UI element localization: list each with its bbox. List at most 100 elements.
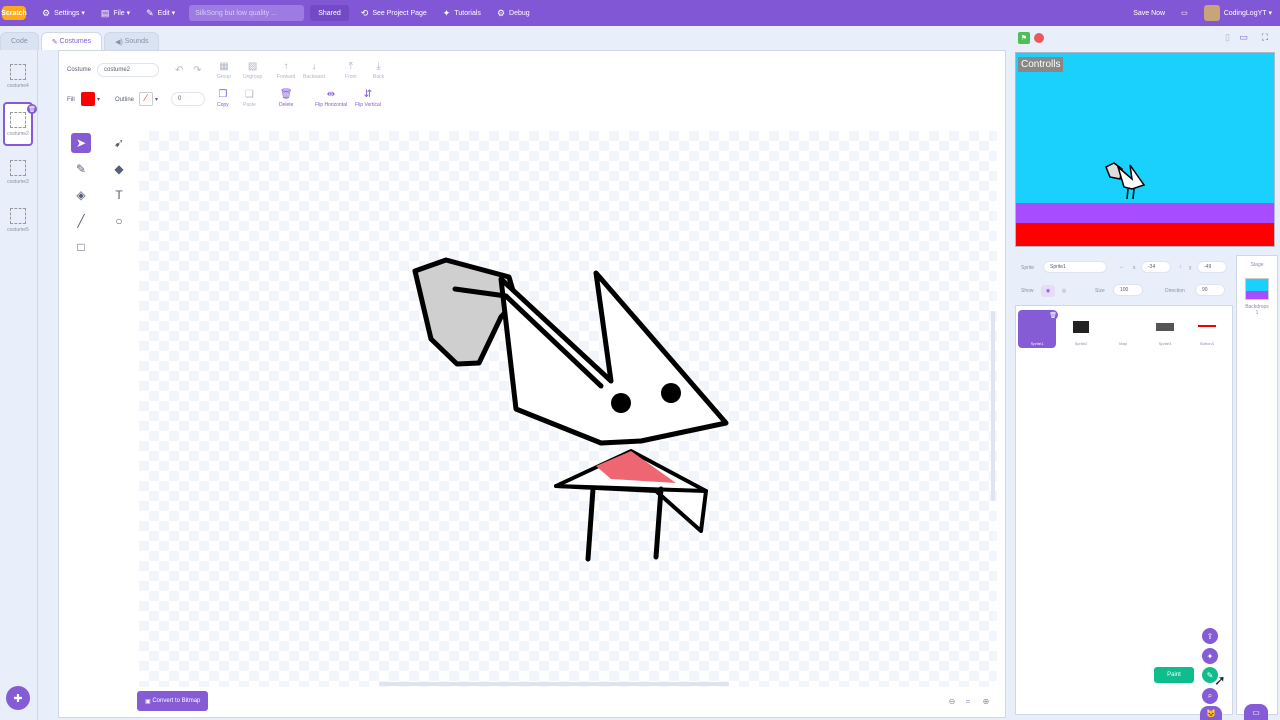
controls-label: Controlls: [1018, 57, 1064, 72]
edit-menu[interactable]: ✎ Edit ▾: [138, 0, 183, 26]
tab-sounds[interactable]: ◀) Sounds: [104, 32, 160, 50]
upload-sprite-icon[interactable]: ⇪: [1202, 628, 1218, 644]
stage-canvas[interactable]: Controlls: [1015, 52, 1275, 247]
outline-size-input[interactable]: 0: [171, 92, 205, 106]
delete-button[interactable]: 🗑 Delete: [279, 89, 293, 108]
green-flag-icon[interactable]: ⚑: [1018, 32, 1030, 44]
costume-item[interactable]: costume3: [3, 150, 33, 194]
arrow-down-icon: ↓: [311, 61, 317, 72]
arrows-icon: ⟲: [360, 7, 369, 18]
tab-code[interactable]: Code: [0, 32, 39, 50]
sprite-item[interactable]: Button3: [1188, 310, 1226, 348]
back-icon: ⤓: [376, 61, 381, 72]
redo-button[interactable]: ↷: [193, 65, 201, 78]
size-label: Size: [1095, 288, 1105, 294]
square-icon: □: [77, 240, 85, 254]
stage-selector[interactable]: Stage Backdrops 1: [1236, 255, 1278, 715]
file-menu[interactable]: ▤ File ▾: [93, 0, 138, 26]
x-arrows-icon: ↔: [1119, 264, 1124, 270]
surprise-icon[interactable]: ✦: [1202, 648, 1218, 664]
sprite-name-input[interactable]: Sprite1: [1043, 261, 1107, 273]
sprite-item[interactable]: Sprite2: [1062, 310, 1100, 348]
small-stage-icon[interactable]: ▯: [1225, 32, 1230, 43]
brush-tool[interactable]: ✎: [71, 159, 91, 179]
hide-icon[interactable]: ◎: [1057, 285, 1071, 297]
fill-tool[interactable]: ◈: [71, 185, 91, 205]
eraser-tool[interactable]: ◆: [109, 159, 129, 179]
scratch-logo[interactable]: Scratch: [1, 6, 27, 20]
select-tool[interactable]: ➤: [71, 133, 91, 153]
direction-label: Direction: [1165, 288, 1185, 294]
large-stage-icon[interactable]: ▭: [1239, 32, 1248, 43]
zoom-out-icon[interactable]: ⊖: [945, 694, 959, 708]
size-input[interactable]: 100: [1113, 284, 1143, 296]
debug-button[interactable]: ⚙ Debug: [489, 0, 538, 26]
chevron-down-icon: ▾: [1266, 10, 1272, 17]
horizontal-scrollbar[interactable]: [379, 682, 729, 686]
my-stuff-icon[interactable]: ▭: [1173, 0, 1196, 26]
chevron-down-icon: ▾: [124, 10, 131, 17]
speaker-icon: ◀): [115, 38, 125, 46]
choose-costume-button[interactable]: ✚: [6, 686, 30, 710]
zoom-reset-icon[interactable]: =: [961, 694, 975, 708]
vertical-scrollbar[interactable]: [991, 311, 995, 501]
save-now-button[interactable]: Save Now: [1125, 0, 1173, 26]
backward-button[interactable]: ↓ Backward: [303, 61, 325, 80]
chevron-down-icon[interactable]: ▾: [97, 96, 100, 103]
choose-sprite-button[interactable]: 🐱: [1200, 706, 1222, 720]
fill-color-swatch[interactable]: [81, 92, 95, 106]
rectangle-tool[interactable]: □: [71, 237, 91, 257]
show-visible-icon[interactable]: ◉: [1041, 285, 1055, 297]
project-title-input[interactable]: SilkSong but low quality ...: [189, 5, 305, 21]
front-button[interactable]: ⤒ Front: [345, 61, 357, 80]
direction-input[interactable]: 90: [1195, 284, 1225, 296]
see-project-page-button[interactable]: ⟲ See Project Page: [353, 0, 435, 26]
paste-button[interactable]: ❏ Paste: [243, 89, 256, 108]
back-button[interactable]: ⤓ Back: [373, 61, 384, 80]
stop-icon[interactable]: [1034, 33, 1044, 43]
delete-costume-icon[interactable]: 🗑: [27, 104, 37, 114]
copy-button[interactable]: ❐ Copy: [217, 89, 229, 108]
delete-sprite-icon[interactable]: 🗑: [1048, 310, 1058, 320]
forward-button[interactable]: ↑ Forward: [277, 61, 295, 80]
group-button[interactable]: ▦ Group: [217, 61, 231, 80]
flip-vertical-button[interactable]: ⇵ Flip Vertical: [355, 89, 381, 108]
gear-icon: ⚙: [496, 7, 506, 18]
flip-horizontal-icon: ⇹: [326, 89, 336, 100]
ungroup-button[interactable]: ▧ Ungroup: [243, 61, 262, 80]
reshape-tool[interactable]: ➹: [109, 133, 129, 153]
account-menu[interactable]: CodingLogYT ▾: [1196, 0, 1280, 26]
backdrop-thumbnail: [1245, 278, 1269, 300]
shared-button[interactable]: Shared: [310, 5, 349, 21]
outline-color-swatch[interactable]: ⁄: [139, 92, 153, 106]
costume-thumbnail: [10, 207, 26, 224]
text-tool[interactable]: T: [109, 185, 129, 205]
undo-button[interactable]: ↶: [175, 65, 183, 78]
costume-item[interactable]: costume5: [3, 198, 33, 242]
eye-left: [611, 393, 631, 413]
convert-to-bitmap-button[interactable]: ▣ Convert to Bitmap: [137, 691, 209, 711]
x-input[interactable]: -34: [1141, 261, 1171, 273]
choose-backdrop-button[interactable]: ▭: [1244, 704, 1268, 720]
fullscreen-icon[interactable]: ⛶: [1262, 32, 1268, 43]
costume-drawing: [412, 257, 729, 562]
flip-horizontal-button[interactable]: ⇹ Flip Horizontal: [315, 89, 347, 108]
paste-icon: ❏: [244, 89, 254, 100]
platform: [1016, 203, 1274, 223]
eye-right: [661, 383, 681, 403]
chevron-down-icon[interactable]: ▾: [155, 96, 158, 103]
drawing-canvas[interactable]: [139, 131, 997, 687]
costume-item[interactable]: costume4: [3, 54, 33, 98]
tab-costumes[interactable]: ✎ Costumes: [40, 32, 103, 50]
tutorials-button[interactable]: ✦ Tutorials: [435, 0, 489, 26]
line-tool[interactable]: ╱: [71, 211, 91, 231]
zoom-in-icon[interactable]: ⊕: [979, 694, 993, 708]
settings-menu[interactable]: ⚙ Settings ▾: [34, 0, 93, 26]
sprite-item[interactable]: Sprite3: [1146, 310, 1184, 348]
sprite-list: Sprite1 🗑 Sprite2 Map Sprite3 Button3: [1015, 305, 1233, 715]
costume-name-input[interactable]: costume2: [97, 63, 159, 77]
sprite-item[interactable]: Map: [1104, 310, 1142, 348]
search-icon[interactable]: ⌕: [1202, 688, 1218, 704]
y-input[interactable]: -49: [1197, 261, 1227, 273]
circle-tool[interactable]: ○: [109, 211, 129, 231]
